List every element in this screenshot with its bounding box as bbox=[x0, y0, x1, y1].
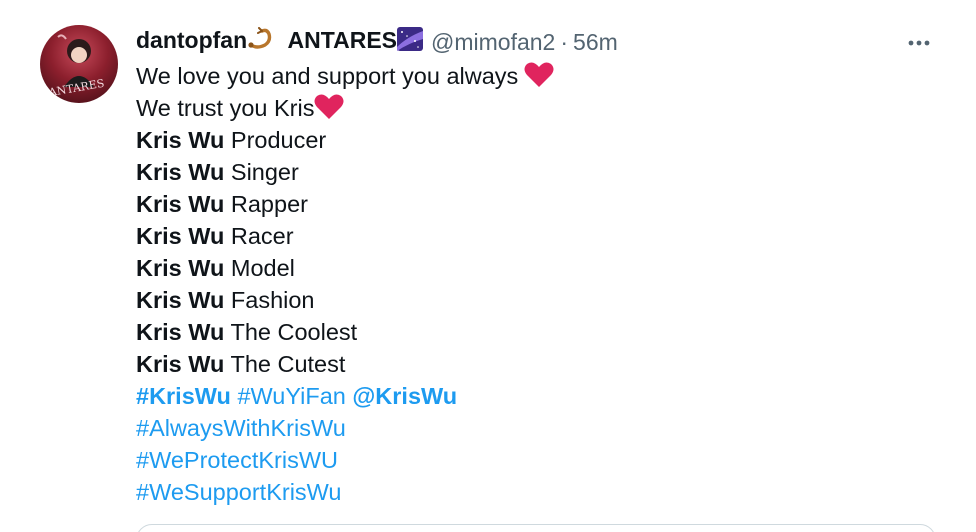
line-text: Producer bbox=[230, 127, 327, 153]
line-text: Rapper bbox=[230, 191, 308, 217]
tweet-content: dantopfan ANTARES @mimofan2 · 56m We lov… bbox=[136, 26, 936, 508]
line-bold: Kris Wu bbox=[136, 127, 225, 153]
line-text: Racer bbox=[230, 223, 294, 249]
line-bold: Kris Wu bbox=[136, 287, 225, 313]
display-name-text: dantopfan bbox=[136, 27, 248, 54]
tweet-line: Kris Wu The Cutest bbox=[136, 348, 936, 380]
line-bold: Kris Wu bbox=[136, 159, 225, 185]
line-bold: Kris Wu bbox=[136, 319, 225, 345]
hashtag-line: #WeSupportKrisWu bbox=[136, 476, 936, 508]
avatar[interactable]: ANTARES bbox=[40, 25, 118, 103]
hashtag-link[interactable]: #WeSupportKrisWu bbox=[136, 479, 342, 505]
tweet-line: Kris Wu Singer bbox=[136, 156, 936, 188]
scorpion-emoji-icon bbox=[247, 27, 277, 57]
line-bold: Kris Wu bbox=[136, 191, 225, 217]
line-bold: Kris Wu bbox=[136, 255, 225, 281]
line-text: Model bbox=[230, 255, 295, 281]
more-horizontal-icon bbox=[908, 40, 930, 46]
tweet-line: We trust you Kris bbox=[136, 92, 936, 124]
hashtag-line: #WeProtectKrisWU bbox=[136, 444, 936, 476]
quoted-card-edge[interactable] bbox=[136, 524, 936, 532]
avatar-image: ANTARES bbox=[47, 34, 105, 99]
timestamp[interactable]: 56m bbox=[573, 29, 618, 56]
tweet-line: Kris Wu The Coolest bbox=[136, 316, 936, 348]
separator-dot: · bbox=[560, 28, 569, 55]
line-bold: Kris Wu bbox=[136, 223, 225, 249]
tweet-line: Kris Wu Model bbox=[136, 252, 936, 284]
hashtag-link[interactable]: #WeProtectKrisWU bbox=[136, 447, 338, 473]
mention-link[interactable]: @KrisWu bbox=[352, 383, 457, 409]
hashtag-link[interactable]: #WuYiFan bbox=[237, 383, 345, 409]
display-name-suffix: ANTARES bbox=[287, 27, 398, 54]
tweet-text: We love you and support you always We tr… bbox=[136, 60, 936, 508]
tweet-line: Kris Wu Producer bbox=[136, 124, 936, 156]
display-name[interactable]: dantopfan ANTARES bbox=[136, 27, 424, 57]
hashtag-link[interactable]: #AlwaysWithKrisWu bbox=[136, 415, 346, 441]
red-heart-emoji-icon bbox=[314, 93, 344, 128]
line-bold: Kris Wu bbox=[136, 351, 225, 377]
tweet[interactable]: ANTARES dantopfan ANTARES @mimofan2 · 56… bbox=[0, 0, 976, 532]
tweet-line: We love you and support you always bbox=[136, 60, 936, 92]
line-text: Singer bbox=[230, 159, 299, 185]
handle[interactable]: @mimofan2 bbox=[431, 29, 555, 56]
line-text: We love you and support you always bbox=[136, 63, 519, 89]
line-text: Fashion bbox=[230, 287, 315, 313]
hashtag-line: #AlwaysWithKrisWu bbox=[136, 412, 936, 444]
milky-way-emoji-icon bbox=[397, 27, 424, 57]
more-options-button[interactable] bbox=[902, 26, 936, 60]
line-text: We trust you Kris bbox=[136, 95, 315, 121]
hashtag-line: #KrisWu #WuYiFan @KrisWu bbox=[136, 380, 936, 412]
line-text: The Coolest bbox=[230, 319, 358, 345]
tweet-line: Kris Wu Rapper bbox=[136, 188, 936, 220]
tweet-line: Kris Wu Fashion bbox=[136, 284, 936, 316]
hashtag-link[interactable]: #KrisWu bbox=[136, 383, 231, 409]
tweet-header: dantopfan ANTARES @mimofan2 · 56m bbox=[136, 26, 936, 58]
red-heart-emoji-icon bbox=[524, 61, 554, 96]
line-text: The Cutest bbox=[230, 351, 346, 377]
tweet-line: Kris Wu Racer bbox=[136, 220, 936, 252]
